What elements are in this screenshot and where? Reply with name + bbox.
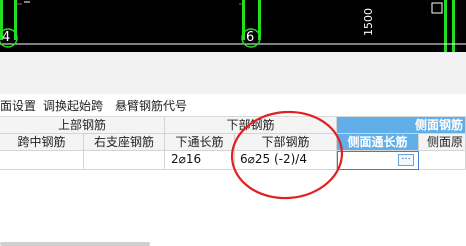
horizontal-scrollbar[interactable] <box>0 242 150 246</box>
col-header-bottom-through[interactable]: 下通长筋 <box>165 134 235 151</box>
col-header-side-original[interactable]: 侧面原 <box>419 134 466 151</box>
grip-square[interactable] <box>431 2 443 14</box>
axis-label-left: 4 <box>2 30 11 45</box>
ellipsis-button[interactable]: ··· <box>398 154 414 166</box>
panel-spacer <box>0 52 466 95</box>
cell-bottom-through[interactable]: 2⌀16 <box>165 151 235 170</box>
cell-side-original[interactable] <box>419 151 466 170</box>
dimension-text: 1500 <box>362 8 375 36</box>
col-header-right-support[interactable]: 右支座钢筋 <box>84 134 165 151</box>
group-header-top-rebar: 上部钢筋 <box>0 117 165 134</box>
toolbar-cantilever-code[interactable]: 悬臂钢筋代号 <box>115 97 187 114</box>
group-header-side-rebar: 侧面钢筋 <box>337 117 466 134</box>
axis-label-right: 6 <box>246 30 255 45</box>
col-header-bottom-rebar[interactable]: 下部钢筋 <box>235 134 337 151</box>
cad-viewport[interactable]: 4 6 1500 <box>0 0 466 52</box>
table-toolbar: 面设置 调换起始跨 悬臂钢筋代号 <box>0 94 466 117</box>
cell-side-through[interactable]: ··· <box>337 151 419 170</box>
cell-right-support[interactable] <box>84 151 165 170</box>
cell-bottom-rebar[interactable]: 6⌀25 (-2)/4 <box>235 151 337 170</box>
group-header-bottom-rebar: 下部钢筋 <box>165 117 337 134</box>
col-header-side-through[interactable]: 侧面通长筋 <box>337 134 419 151</box>
cad-drawing <box>0 0 466 52</box>
cell-mid-span[interactable] <box>0 151 84 170</box>
toolbar-swap-start-span[interactable]: 调换起始跨 <box>43 97 103 114</box>
col-header-mid-span[interactable]: 跨中钢筋 <box>0 134 84 151</box>
toolbar-face-settings[interactable]: 面设置 <box>0 97 36 114</box>
